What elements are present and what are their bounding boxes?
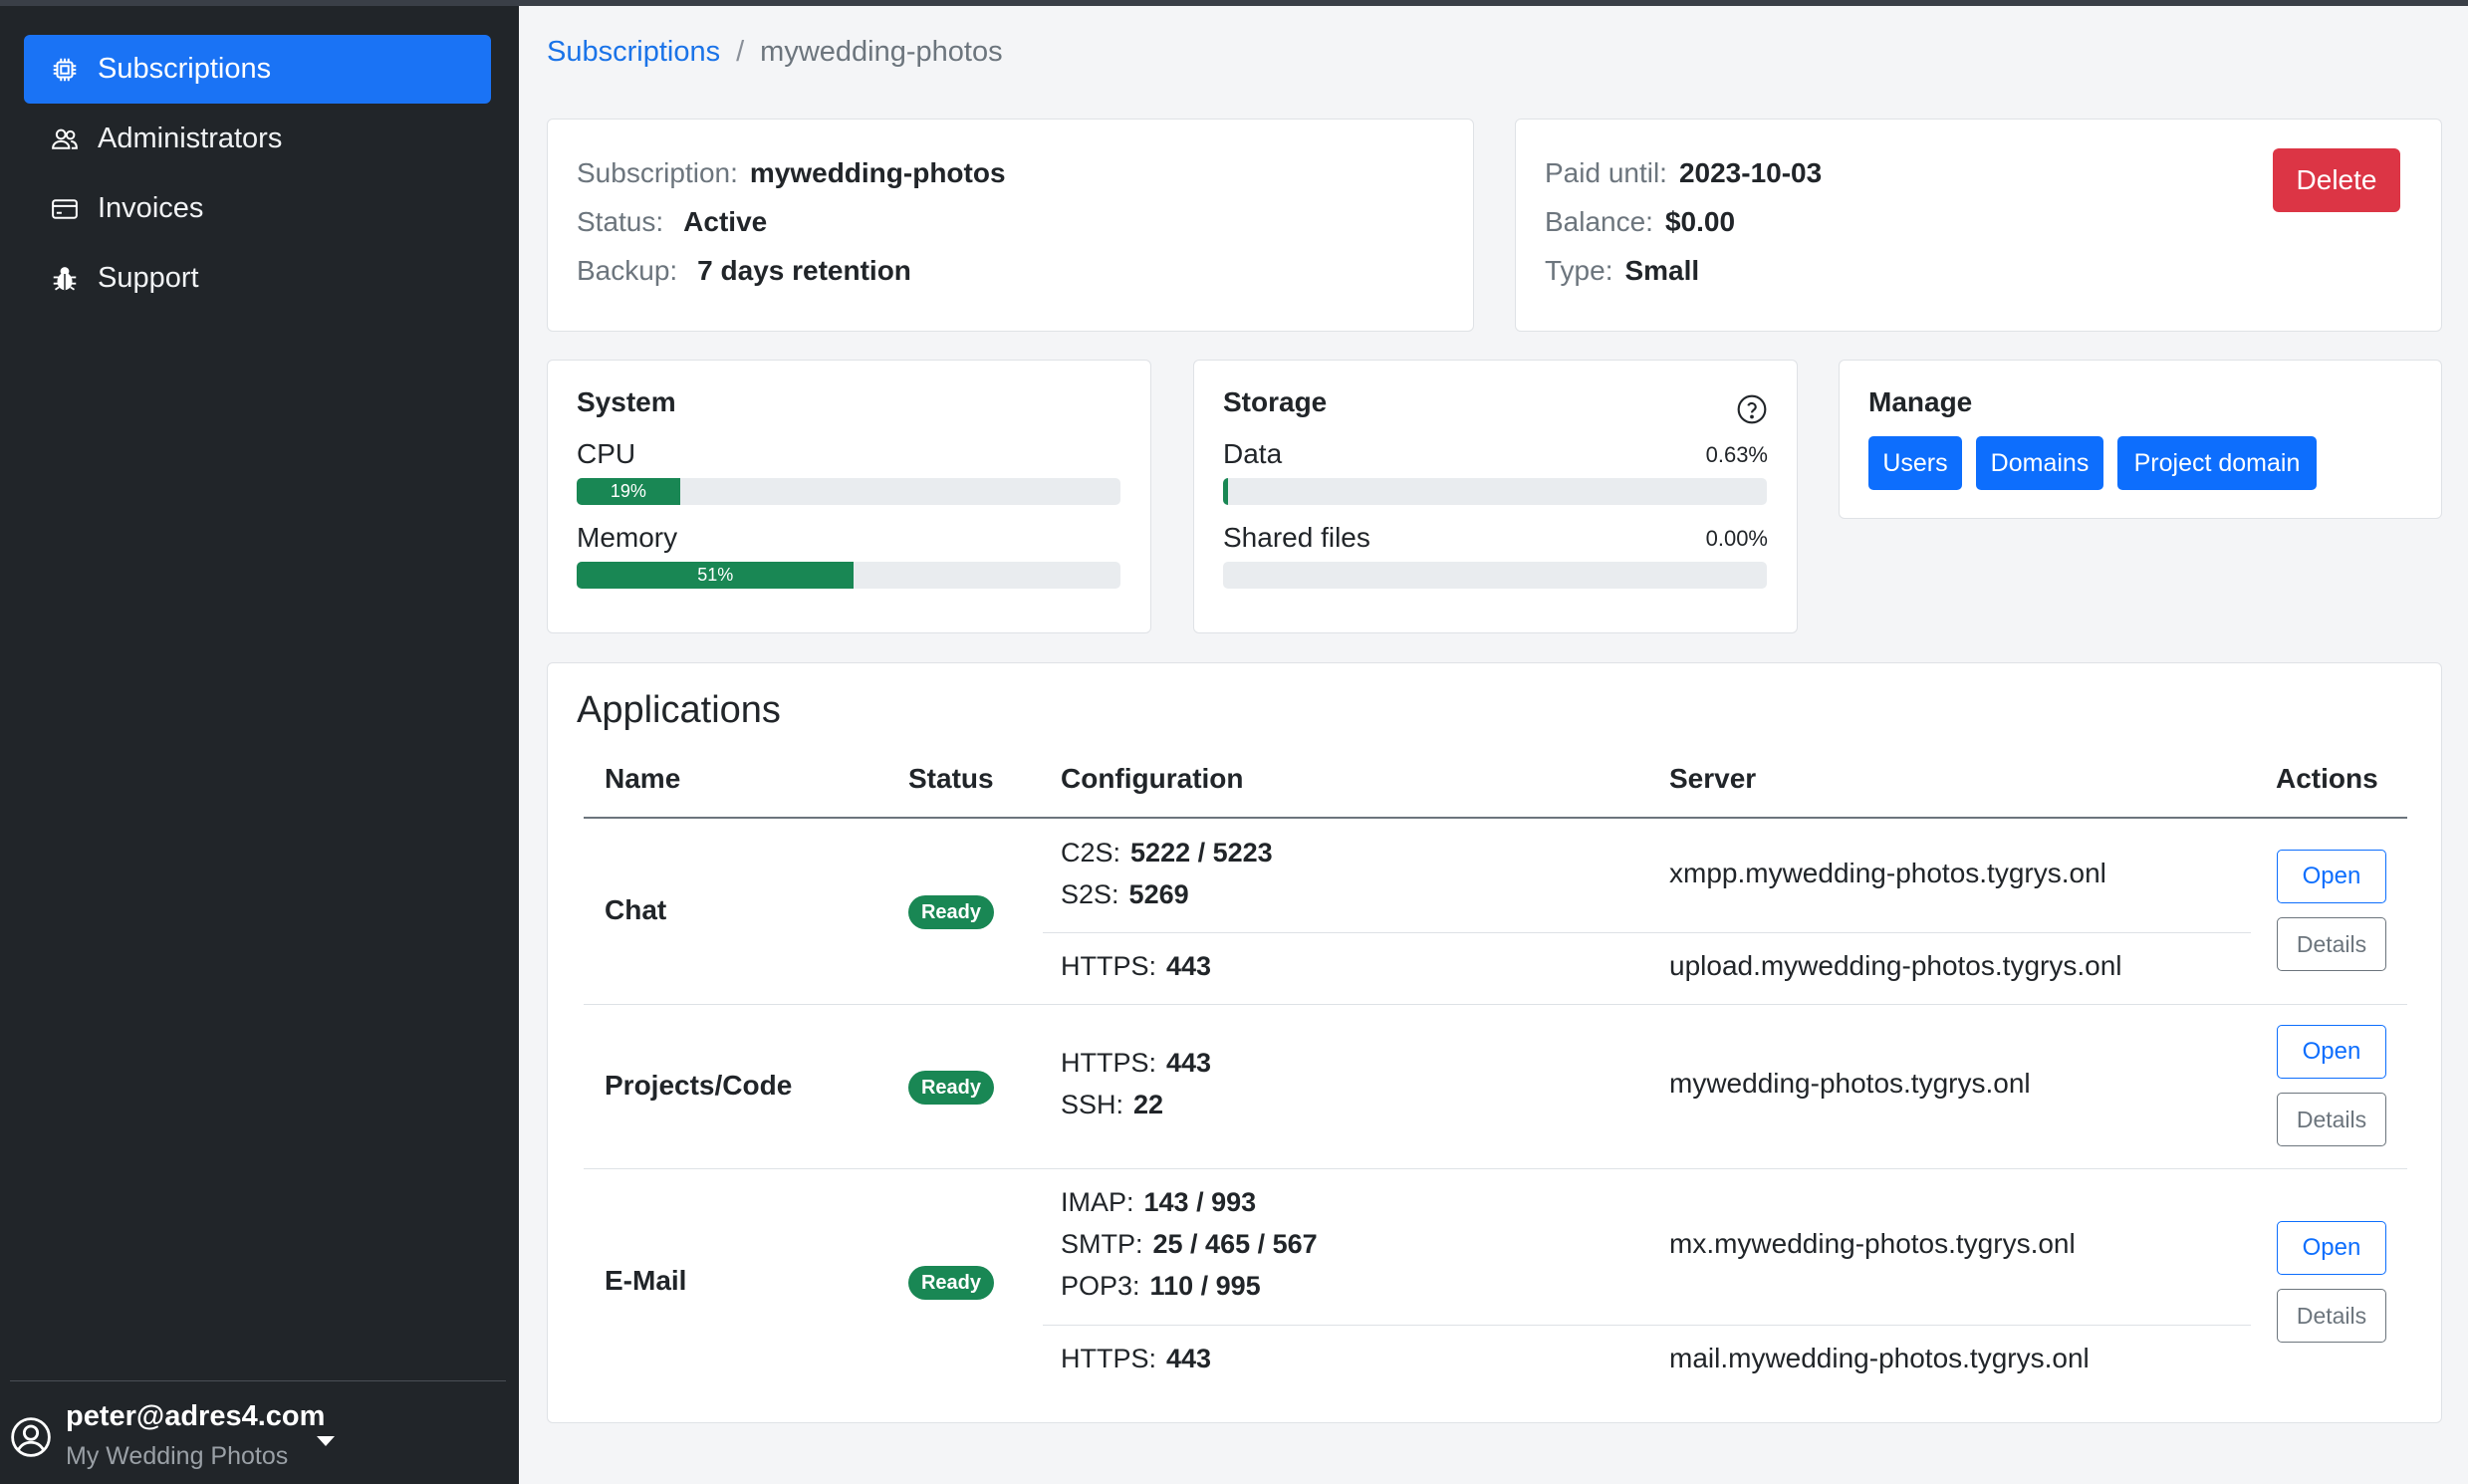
- cpu-label: CPU: [577, 438, 636, 469]
- app-name-chat: Chat: [605, 894, 667, 925]
- users-icon: [50, 124, 80, 154]
- table-row-divider: [584, 1168, 2407, 1169]
- breadcrumb-separator: /: [736, 36, 745, 68]
- cpu-progress-fill: 19%: [577, 478, 680, 505]
- user-organization: My Wedding Photos: [66, 1442, 289, 1470]
- sidebar-item-label: Support: [98, 262, 199, 294]
- server-hostname: mx.mywedding-photos.tygrys.onl: [1669, 1228, 2076, 1259]
- config-https: HTTPS: 443: [1061, 951, 1212, 981]
- data-usage-value: 0.63%: [1705, 442, 1768, 467]
- delete-button[interactable]: Delete: [2273, 148, 2400, 212]
- shared-files-progress-bar: [1223, 562, 1767, 589]
- subscription-summary-card: Subscription: mywedding-photos Status: Act…: [547, 119, 1474, 332]
- config-https: HTTPS: 443: [1061, 1048, 1212, 1078]
- memory-label: Memory: [577, 522, 678, 553]
- memory-progress-bar: 51%: [577, 562, 1120, 589]
- status-field: Status: Active: [577, 206, 768, 237]
- credit-card-icon: [50, 194, 80, 224]
- type-field: Type: Small: [1545, 255, 1700, 286]
- sidebar-item-administrators[interactable]: Administrators: [24, 105, 491, 173]
- config-ssh: SSH: 22: [1061, 1090, 1164, 1119]
- table-header-divider: [584, 817, 2407, 819]
- sidebar-item-support[interactable]: Support: [24, 244, 491, 313]
- column-header-status: Status: [908, 763, 994, 794]
- sidebar-item-label: Invoices: [98, 192, 204, 224]
- sidebar-divider: [10, 1380, 506, 1381]
- row-sub-divider: [1043, 932, 2251, 933]
- data-progress-bar: [1223, 478, 1767, 505]
- table-row-divider: [584, 1004, 2407, 1005]
- sidebar-item-label: Administrators: [98, 123, 283, 154]
- domains-button[interactable]: Domains: [1976, 436, 2103, 490]
- config-smtp: SMTP: 25 / 465 / 567: [1061, 1229, 1318, 1259]
- open-button-e-mail[interactable]: Open: [2277, 1221, 2386, 1275]
- system-title: System: [577, 386, 676, 417]
- config-c2s: C2S: 5222 / 5223: [1061, 838, 1273, 867]
- type-value: Small: [1624, 255, 1700, 286]
- server-hostname: mail.mywedding-photos.tygrys.onl: [1669, 1343, 2090, 1373]
- config-pop3: POP3: 110 / 995: [1061, 1271, 1261, 1301]
- project-domain-button[interactable]: Project domain: [2117, 436, 2317, 490]
- column-header-configuration: Configuration: [1061, 763, 1244, 794]
- balance-value: $0.00: [1664, 206, 1736, 237]
- app-name-e-mail: E-Mail: [605, 1265, 687, 1296]
- row-sub-divider: [1043, 1325, 2251, 1326]
- server-hostname: xmpp.mywedding-photos.tygrys.onl: [1669, 858, 2106, 888]
- status-badge: Ready: [908, 895, 994, 929]
- sidebar-item-invoices[interactable]: Invoices: [24, 174, 491, 243]
- system-card: System CPU 19% Memory 51%: [547, 360, 1151, 633]
- column-header-actions: Actions: [2276, 763, 2378, 794]
- storage-title: Storage: [1223, 386, 1328, 417]
- user-email: peter@adres4.com: [66, 1400, 326, 1432]
- shared-files-usage-value: 0.00%: [1705, 526, 1768, 551]
- paid-until-field: Paid until: 2023-10-03: [1545, 157, 1823, 188]
- app-name-projects-code: Projects/Code: [605, 1070, 793, 1101]
- shared-files-label: Shared files: [1223, 522, 1370, 553]
- breadcrumb-subscriptions-link[interactable]: Subscriptions: [547, 36, 720, 69]
- server-hostname: mywedding-photos.tygrys.onl: [1669, 1068, 2031, 1099]
- config-https: HTTPS: 443: [1061, 1344, 1212, 1373]
- manage-title: Manage: [1868, 386, 1973, 417]
- avatar-icon: [10, 1416, 52, 1458]
- storage-card: Storage Data 0.63% Shared files 0.00%: [1193, 360, 1798, 633]
- sidebar-item-label: Subscriptions: [98, 53, 272, 85]
- open-button-projects-code[interactable]: Open: [2277, 1025, 2386, 1079]
- balance-field: Balance: $0.00: [1545, 206, 1736, 237]
- applications-title: Applications: [577, 689, 781, 731]
- backup-field: Backup: 7 days retention: [577, 255, 911, 286]
- backup-value: 7 days retention: [697, 255, 911, 286]
- cpu-progress-bar: 19%: [577, 478, 1120, 505]
- status-value: Active: [683, 206, 768, 237]
- users-button[interactable]: Users: [1868, 436, 1962, 490]
- details-button-e-mail[interactable]: Details: [2277, 1289, 2386, 1343]
- subscription-name: mywedding-photos: [749, 157, 1006, 188]
- status-badge: Ready: [908, 1071, 994, 1105]
- subscription-field: Subscription: mywedding-photos: [577, 157, 1006, 188]
- billing-card: Paid until: 2023-10-03 Balance: $0.00 Type…: [1515, 119, 2442, 332]
- paid-until-value: 2023-10-03: [1678, 157, 1823, 188]
- breadcrumb: Subscriptions / mywedding-photos: [547, 36, 1003, 69]
- chip-icon: [50, 55, 80, 85]
- manage-card: Manage Users Domains Project domain: [1839, 360, 2442, 519]
- config-s2s: S2S: 5269: [1061, 879, 1189, 909]
- status-badge: Ready: [908, 1266, 994, 1300]
- open-button-chat[interactable]: Open: [2277, 850, 2386, 903]
- help-icon[interactable]: [1736, 393, 1768, 425]
- server-hostname: upload.mywedding-photos.tygrys.onl: [1669, 950, 2122, 981]
- details-button-projects-code[interactable]: Details: [2277, 1093, 2386, 1146]
- data-progress-fill: [1223, 478, 1228, 505]
- config-imap: IMAP: 143 / 993: [1061, 1187, 1257, 1217]
- applications-card: Applications Name Status Configuration S…: [547, 662, 2442, 1423]
- bug-icon: [50, 264, 80, 294]
- caret-down-icon[interactable]: [317, 1436, 335, 1446]
- breadcrumb-current: mywedding-photos: [760, 36, 1003, 68]
- sidebar-item-subscriptions[interactable]: Subscriptions: [24, 35, 491, 104]
- column-header-name: Name: [605, 763, 681, 794]
- column-header-server: Server: [1669, 763, 1757, 794]
- data-label: Data: [1223, 438, 1283, 469]
- sidebar: Subscriptions Administrators Invoices Su…: [0, 6, 519, 1484]
- details-button-chat[interactable]: Details: [2277, 917, 2386, 971]
- memory-progress-fill: 51%: [577, 562, 855, 589]
- user-menu[interactable]: peter@adres4.com My Wedding Photos: [8, 1400, 506, 1480]
